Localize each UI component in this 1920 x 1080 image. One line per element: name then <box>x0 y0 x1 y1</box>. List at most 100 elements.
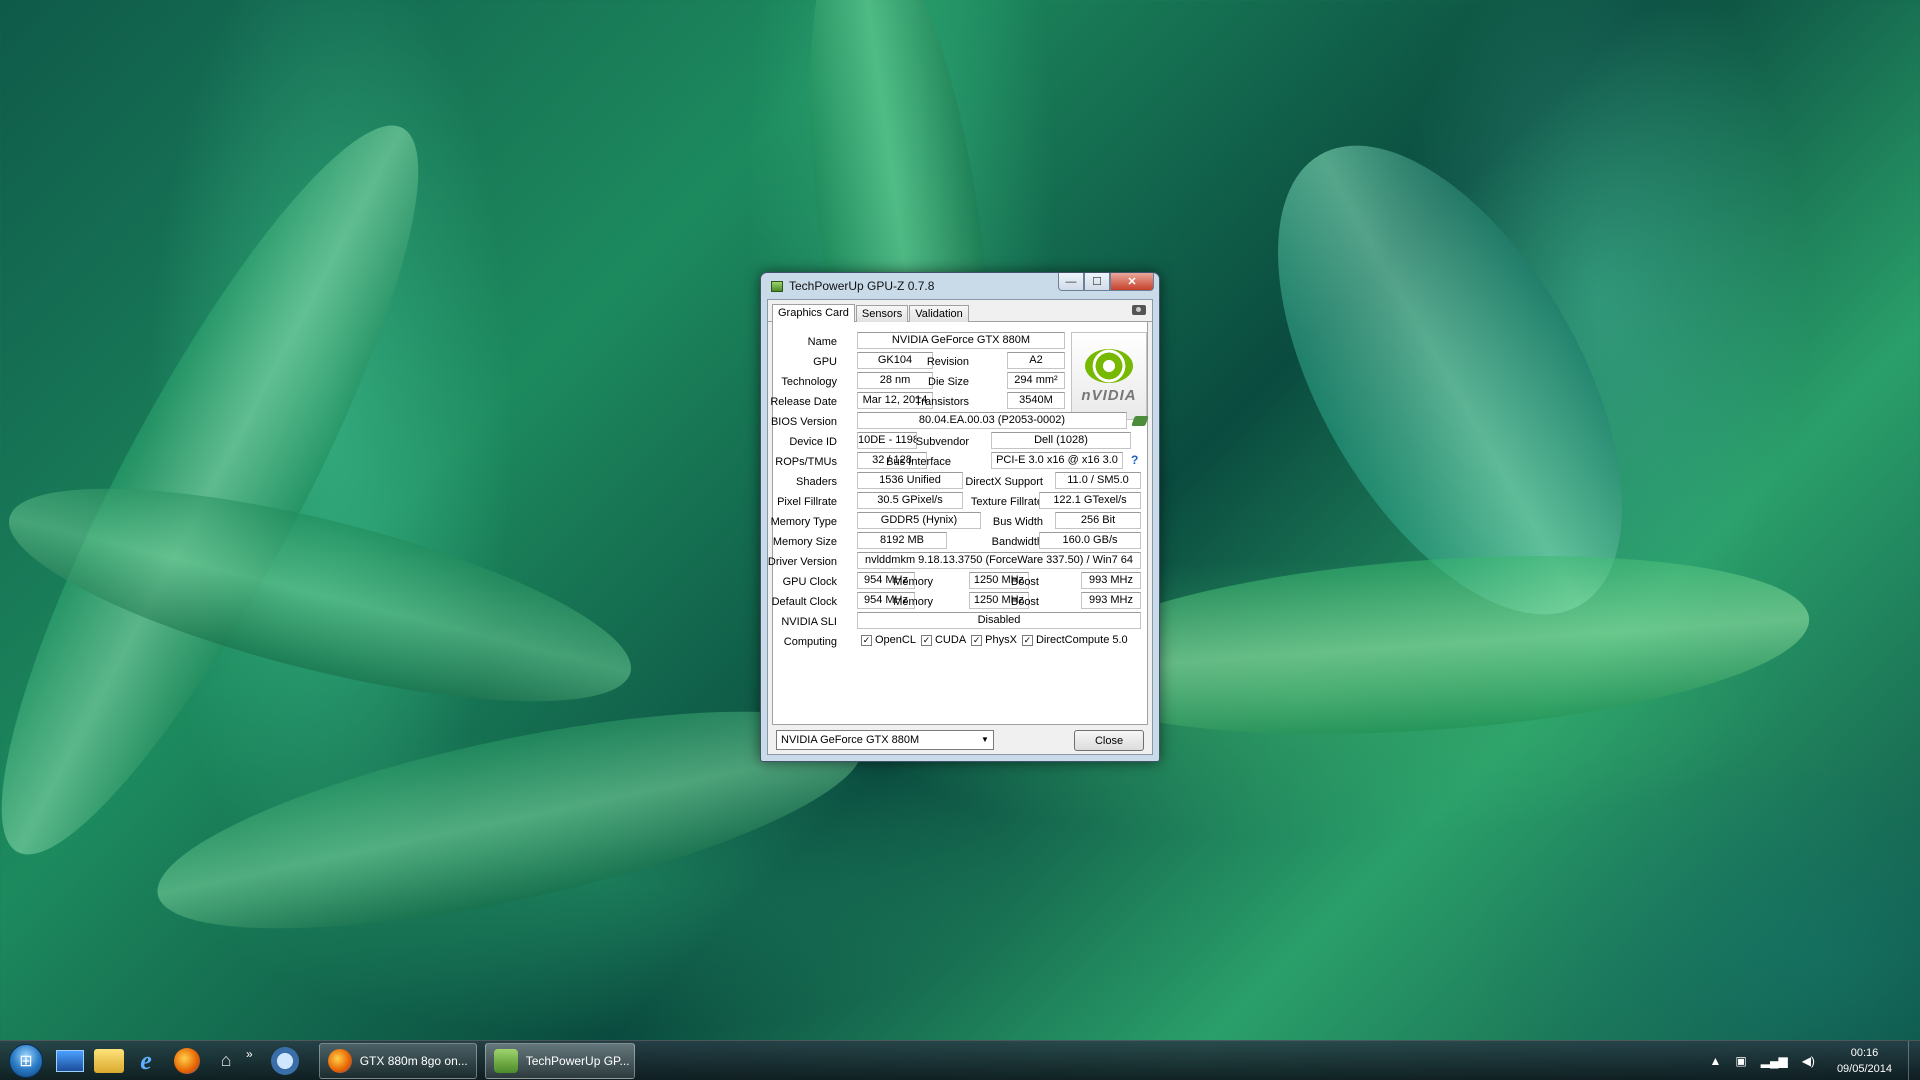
volume-icon[interactable]: ◀) <box>1802 1054 1815 1068</box>
graphics-card-panel: Name NVIDIA GeForce GTX 880M GPU GK104 R… <box>768 322 1149 725</box>
name-label: Name <box>807 336 837 348</box>
die-size-value[interactable]: 294 mm² <box>1007 372 1065 389</box>
scanner-icon[interactable]: ⌂ <box>208 1043 244 1079</box>
driver-version-value[interactable]: nvlddmkm 9.18.13.3750 (ForceWare 337.50)… <box>857 552 1141 569</box>
memory-size-value[interactable]: 8192 MB <box>857 532 947 549</box>
bios-version-value[interactable]: 80.04.EA.00.03 (P2053-0002) <box>857 412 1127 429</box>
tab-sensors[interactable]: Sensors <box>855 305 909 322</box>
default-clock-label: Default Clock <box>771 596 837 608</box>
camera-icon[interactable] <box>1132 305 1146 315</box>
show-desktop-button[interactable] <box>1908 1041 1920 1080</box>
gpu-memory-label: Memory <box>893 576 933 588</box>
bus-width-label: Bus Width <box>992 516 1043 528</box>
firefox-icon[interactable] <box>174 1047 200 1074</box>
bus-interface-label: Bus Interface <box>886 456 951 468</box>
window-client: Graphics Card Sensors Validation Name NV… <box>767 299 1153 755</box>
rops-tmus-label: ROPs/TMUs <box>775 456 837 468</box>
shaders-label: Shaders <box>796 476 837 488</box>
network-signal-icon[interactable]: ▂▄▆ <box>1761 1054 1788 1068</box>
check-icon: ✓ <box>861 634 872 646</box>
tab-validation[interactable]: Validation <box>909 305 969 322</box>
system-tray: ▲ ▣ ▂▄▆ ◀) 00:16 09/05/2014 <box>1710 1041 1920 1080</box>
window-title: TechPowerUp GPU-Z 0.7.8 <box>789 279 935 293</box>
maximize-button[interactable]: ☐ <box>1084 273 1110 291</box>
taskbar: ⊞ e ⌂ » GTX 880m 8go on... TechPowerUp G… <box>0 1040 1920 1080</box>
gpuz-window[interactable]: TechPowerUp GPU-Z 0.7.8 — ☐ ✕ Graphics C… <box>760 272 1160 762</box>
internet-explorer-icon[interactable]: e <box>128 1043 164 1079</box>
clock-date: 09/05/2014 <box>1836 1063 1892 1075</box>
gpu-value[interactable]: GK104 <box>857 352 933 369</box>
firefox-icon <box>327 1048 352 1073</box>
release-date-label: Release Date <box>770 396 837 408</box>
start-button[interactable]: ⊞ <box>6 1041 46 1080</box>
tab-graphics-card[interactable]: Graphics Card <box>772 304 855 323</box>
nvidia-logo: nVIDIA <box>1071 332 1147 420</box>
clock-time: 00:16 <box>1850 1047 1879 1059</box>
app-icon <box>771 280 783 292</box>
computing-checkboxes: ✓ OpenCL ✓ CUDA ✓ PhysX ✓ DirectCompute 5.0 <box>861 634 1133 646</box>
bandwidth-label: Bandwidth <box>991 536 1043 548</box>
messenger-icon[interactable] <box>270 1046 299 1075</box>
taskbar-item-gpuz[interactable]: TechPowerUp GP... <box>484 1042 635 1079</box>
bus-width-value[interactable]: 256 Bit <box>1055 512 1141 529</box>
taskbar-item-firefox[interactable]: GTX 880m 8go on... <box>318 1042 477 1079</box>
bus-interface-value[interactable]: PCI-E 3.0 x16 @ x16 3.0 <box>991 452 1123 469</box>
gpu-clock-label: GPU Clock <box>782 576 837 588</box>
default-boost-label: Boost <box>1010 596 1039 608</box>
default-memory-label: Memory <box>893 596 933 608</box>
texture-fillrate-label: Texture Fillrate <box>970 496 1043 508</box>
taskbar-item-label: GTX 880m 8go on... <box>359 1053 468 1068</box>
subvendor-value[interactable]: Dell (1028) <box>991 432 1131 449</box>
device-id-value[interactable]: 10DE - 1198 <box>857 432 917 449</box>
transistors-label: Transistors <box>915 396 969 408</box>
device-id-label: Device ID <box>789 436 837 448</box>
subvendor-label: Subvendor <box>915 436 969 448</box>
chevron-down-icon[interactable]: ▼ <box>977 731 993 749</box>
computing-label: Computing <box>783 636 837 648</box>
tab-strip: Graphics Card Sensors Validation <box>768 300 1152 323</box>
shaders-value[interactable]: 1536 Unified <box>857 472 963 489</box>
folder-icon[interactable] <box>94 1048 124 1073</box>
revision-value[interactable]: A2 <box>1007 352 1065 369</box>
bios-chip-icon[interactable] <box>1131 416 1149 426</box>
nvidia-logo-text: nVIDIA <box>1081 386 1137 404</box>
technology-value[interactable]: 28 nm <box>857 372 933 389</box>
close-window-button[interactable]: ✕ <box>1110 273 1154 291</box>
technology-label: Technology <box>781 376 837 388</box>
physx-checkbox[interactable]: ✓ PhysX <box>971 634 1017 646</box>
nvidia-sli-value[interactable]: Disabled <box>857 612 1141 629</box>
check-icon: ✓ <box>1021 634 1033 646</box>
revision-label: Revision <box>926 356 969 368</box>
desktop-icon[interactable] <box>56 1049 84 1072</box>
overflow-chevron-icon[interactable]: » <box>246 1047 253 1061</box>
opencl-checkbox[interactable]: ✓ OpenCL <box>861 634 916 646</box>
memory-type-value[interactable]: GDDR5 (Hynix) <box>857 512 981 529</box>
opencl-label: OpenCL <box>875 634 916 646</box>
memory-type-label: Memory Type <box>770 516 837 528</box>
tray-expand-icon[interactable]: ▲ <box>1710 1054 1722 1068</box>
transistors-value[interactable]: 3540M <box>1007 392 1065 409</box>
bandwidth-value[interactable]: 160.0 GB/s <box>1039 532 1141 549</box>
device-icon[interactable]: ▣ <box>1735 1054 1746 1068</box>
close-button[interactable]: Close <box>1074 730 1144 751</box>
directcompute-checkbox[interactable]: ✓ DirectCompute 5.0 <box>1021 634 1128 646</box>
cuda-checkbox[interactable]: ✓ CUDA <box>920 634 967 646</box>
name-value[interactable]: NVIDIA GeForce GTX 880M <box>857 332 1065 349</box>
gpu-boost-value[interactable]: 993 MHz <box>1081 572 1141 589</box>
nvidia-eye-icon <box>1085 348 1133 383</box>
bus-help-icon[interactable]: ? <box>1131 453 1138 467</box>
texture-fillrate-value[interactable]: 122.1 GTexel/s <box>1039 492 1141 509</box>
pixel-fillrate-value[interactable]: 30.5 GPixel/s <box>857 492 963 509</box>
clock[interactable]: 00:16 09/05/2014 <box>1837 1045 1892 1077</box>
device-select[interactable]: NVIDIA GeForce GTX 880M ▼ <box>776 730 994 750</box>
pixel-fillrate-label: Pixel Fillrate <box>777 496 837 508</box>
cuda-label: CUDA <box>934 634 967 646</box>
directx-value[interactable]: 11.0 / SM5.0 <box>1055 472 1141 489</box>
minimize-button[interactable]: — <box>1058 273 1084 291</box>
default-boost-value[interactable]: 993 MHz <box>1081 592 1141 609</box>
gpu-boost-label: Boost <box>1010 576 1039 588</box>
bottom-bar: NVIDIA GeForce GTX 880M ▼ Close <box>768 724 1152 754</box>
title-bar[interactable]: TechPowerUp GPU-Z 0.7.8 — ☐ ✕ <box>767 273 1154 299</box>
windows-logo-icon: ⊞ <box>9 1043 43 1078</box>
bios-version-label: BIOS Version <box>770 416 837 428</box>
